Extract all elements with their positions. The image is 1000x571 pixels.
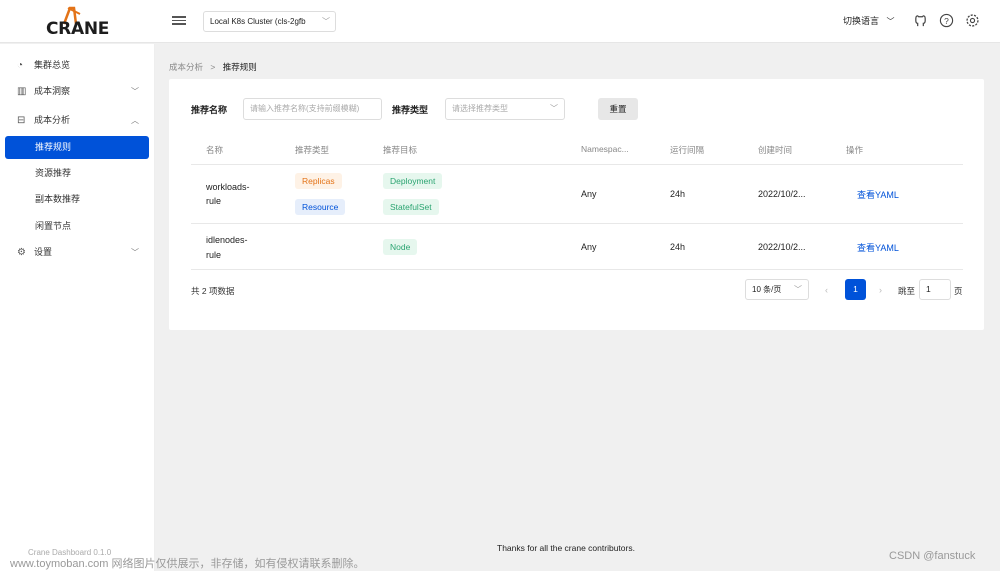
gear-icon: ⚙ xyxy=(17,247,26,258)
dashboard-icon: ◔ xyxy=(17,60,24,71)
chevron-down-icon: ﹀ xyxy=(794,285,802,294)
namespace-value: Any xyxy=(581,242,597,252)
chevron-up-icon: ︿ xyxy=(131,116,139,125)
crane-logo[interactable]: CRANE xyxy=(44,6,110,39)
rule-name-line1: workloads- xyxy=(206,182,250,192)
sidebar-item-label: 成本洞察 xyxy=(34,86,71,96)
name-filter-label: 推荐名称 xyxy=(191,105,228,115)
language-switch[interactable]: 切换语言 ﹀ xyxy=(843,14,895,27)
chevron-down-icon: ﹀ xyxy=(322,17,330,26)
breadcrumb-current: 推荐规则 xyxy=(222,62,257,72)
view-yaml-link[interactable]: 查看YAML xyxy=(857,241,899,254)
target-tag-deployment: Deployment xyxy=(383,173,443,189)
sidebar-item-label: 集群总览 xyxy=(34,60,71,70)
breadcrumb: 成本分析 > 推荐规则 xyxy=(169,61,257,73)
page-number-button[interactable]: 1 xyxy=(845,279,866,300)
watermark-right: CSDN @fanstuck xyxy=(889,550,976,562)
table-divider xyxy=(191,269,963,270)
rule-name-line2: rule xyxy=(206,196,222,206)
top-header: CRANE Local K8s Cluster (cls-2gfb ﹀ 切换语言… xyxy=(0,0,1000,43)
cluster-select-value: Local K8s Cluster (cls-2gfb xyxy=(210,17,306,26)
sidebar-item-cluster-overview[interactable]: ◔ 集群总览 xyxy=(5,54,149,77)
interval-value: 24h xyxy=(670,242,686,252)
target-tag-statefulset: StatefulSet xyxy=(383,199,439,215)
type-filter-label: 推荐类型 xyxy=(392,105,429,115)
created-value: 2022/10/2... xyxy=(758,242,806,252)
page-unit-label: 页 xyxy=(954,286,963,296)
page-size-select[interactable]: 10 条/页 ﹀ xyxy=(745,279,809,300)
type-tag-replicas: Replicas xyxy=(295,173,342,189)
type-filter-select[interactable]: 请选择推荐类型 ﹀ xyxy=(445,98,565,120)
type-filter-placeholder: 请选择推荐类型 xyxy=(452,104,508,113)
sidebar-item-cost-analysis[interactable]: ⊟ 成本分析 ︿ xyxy=(5,109,149,132)
namespace-value: Any xyxy=(581,189,597,199)
sidebar: ◔ 集群总览 ▥ 成本洞察 ﹀ ⊟ 成本分析 ︿ 推荐规则 资源推荐 副本数推荐 闲置… xyxy=(0,44,155,571)
breadcrumb-parent[interactable]: 成本分析 xyxy=(169,62,203,72)
rule-name-line1: idlenodes- xyxy=(206,235,248,245)
svg-text:?: ? xyxy=(944,16,949,26)
watermark-left: www.toymoban.com 网络图片仅供展示，非存储，如有侵权请联系删除。 xyxy=(10,558,365,570)
column-header-namespace[interactable]: Namespac... xyxy=(581,144,629,154)
reset-button[interactable]: 重置 xyxy=(598,98,638,120)
help-icon[interactable]: ? xyxy=(939,13,954,28)
rules-card: 推荐名称 请输入推荐名称(支持前缀模糊) 推荐类型 请选择推荐类型 ﹀ 重置 名… xyxy=(169,79,984,330)
jump-to-label: 跳至 xyxy=(898,286,916,296)
created-value: 2022/10/2... xyxy=(758,189,806,199)
footer-text: Thanks for all the crane contributors. xyxy=(497,543,635,553)
column-header-interval[interactable]: 运行间隔 xyxy=(670,144,704,156)
column-header-name[interactable]: 名称 xyxy=(206,144,223,156)
logo-text: CRANE xyxy=(46,19,110,39)
language-switch-label: 切换语言 xyxy=(843,16,880,26)
sidebar-item-settings[interactable]: ⚙ 设置 ﹀ xyxy=(5,241,149,264)
target-tag-node: Node xyxy=(383,239,418,255)
chevron-down-icon: ﹀ xyxy=(131,248,139,257)
view-yaml-link[interactable]: 查看YAML xyxy=(857,188,899,201)
sidebar-item-idle-nodes[interactable]: 闲置节点 xyxy=(5,215,149,238)
breadcrumb-separator-icon: > xyxy=(210,62,216,72)
sidebar-item-resource-recommendation[interactable]: 资源推荐 xyxy=(5,162,149,185)
chart-icon: ▥ xyxy=(17,86,27,97)
sidebar-item-label: 设置 xyxy=(34,247,53,257)
sidebar-item-replica-recommendation[interactable]: 副本数推荐 xyxy=(5,188,149,211)
sidebar-item-recommendation-rules[interactable]: 推荐规则 xyxy=(5,136,149,159)
sidebar-item-label: 推荐规则 xyxy=(35,142,72,152)
calculator-icon: ⊟ xyxy=(17,115,26,126)
prev-page-icon[interactable]: ‹ xyxy=(825,285,828,295)
page-size-value: 10 条/页 xyxy=(752,285,782,294)
chevron-down-icon: ﹀ xyxy=(131,87,139,96)
name-filter-input[interactable]: 请输入推荐名称(支持前缀模糊) xyxy=(243,98,382,120)
settings-icon[interactable] xyxy=(965,13,980,28)
jump-page-input[interactable]: 1 xyxy=(919,279,951,300)
type-tag-resource: Resource xyxy=(295,199,346,215)
sidebar-item-label: 资源推荐 xyxy=(35,168,72,178)
menu-toggle-icon[interactable] xyxy=(172,14,186,28)
column-header-actions: 操作 xyxy=(846,145,864,155)
chevron-down-icon: ﹀ xyxy=(886,17,895,26)
column-header-type[interactable]: 推荐类型 xyxy=(295,144,329,156)
name-filter-placeholder: 请输入推荐名称(支持前缀模糊) xyxy=(250,104,360,113)
cluster-select[interactable]: Local K8s Cluster (cls-2gfb ﹀ xyxy=(203,11,336,32)
total-count: 共 2 项数据 xyxy=(191,286,235,296)
column-header-target[interactable]: 推荐目标 xyxy=(383,144,417,156)
interval-value: 24h xyxy=(670,189,686,199)
sidebar-item-label: 副本数推荐 xyxy=(35,194,81,204)
sidebar-item-label: 闲置节点 xyxy=(35,221,72,231)
column-header-created[interactable]: 创建时间 xyxy=(758,144,792,156)
rule-name-line2: rule xyxy=(206,250,222,260)
next-page-icon[interactable]: › xyxy=(879,285,882,295)
sidebar-item-cost-insight[interactable]: ▥ 成本洞察 ﹀ xyxy=(5,80,149,103)
chevron-down-icon: ﹀ xyxy=(550,104,558,113)
sidebar-item-label: 成本分析 xyxy=(34,115,71,125)
table-divider xyxy=(191,223,963,224)
table-divider xyxy=(191,164,963,165)
github-icon[interactable] xyxy=(913,13,928,28)
